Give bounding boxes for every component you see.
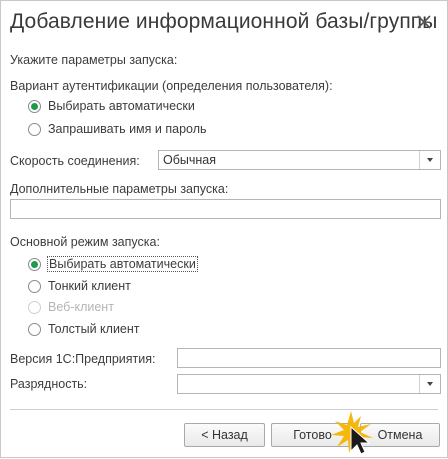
speed-select[interactable]: Обычная (158, 150, 441, 170)
auth-option-password[interactable]: Запрашивать имя и пароль (28, 122, 207, 136)
radio-icon (28, 322, 41, 336)
mode-option-thick[interactable]: Толстый клиент (28, 322, 140, 336)
auth-option-password-label: Запрашивать имя и пароль (48, 122, 207, 136)
dialog-window: Добавление информационной базы/группы Ук… (0, 0, 448, 458)
radio-disabled-icon (28, 300, 41, 314)
mode-option-thick-label: Толстый клиент (48, 322, 140, 336)
mode-option-web: Веб-клиент (28, 300, 114, 314)
auth-heading: Вариант аутентификации (определения поль… (10, 79, 333, 93)
mode-option-auto-label: Выбирать автоматически (47, 256, 198, 272)
mode-option-web-label: Веб-клиент (48, 300, 114, 314)
back-button[interactable]: < Назад (184, 423, 265, 447)
bitness-label: Разрядность: (10, 377, 88, 391)
bitness-select[interactable] (177, 374, 441, 394)
mode-option-auto[interactable]: Выбирать автоматически (28, 256, 198, 272)
close-icon[interactable] (415, 13, 433, 31)
mode-option-thin-label: Тонкий клиент (48, 279, 131, 293)
version-label: Версия 1С:Предприятия: (10, 352, 156, 366)
dialog-title: Добавление информационной базы/группы (10, 10, 438, 33)
version-input[interactable] (177, 348, 441, 368)
auth-option-auto-label: Выбирать автоматически (48, 99, 195, 113)
speed-value: Обычная (163, 153, 217, 167)
speed-label: Скорость соединения: (10, 154, 140, 168)
radio-selected-icon (28, 257, 41, 271)
extra-params-label: Дополнительные параметры запуска: (10, 182, 229, 196)
chevron-down-icon[interactable] (419, 151, 440, 169)
launch-params-heading: Укажите параметры запуска: (10, 53, 178, 67)
radio-icon (28, 279, 41, 293)
radio-selected-icon (28, 99, 41, 113)
mode-option-thin[interactable]: Тонкий клиент (28, 279, 131, 293)
extra-params-input[interactable] (10, 199, 441, 219)
auth-option-auto[interactable]: Выбирать автоматически (28, 99, 195, 113)
mode-heading: Основной режим запуска: (10, 235, 160, 249)
cursor-highlight-icon (331, 411, 373, 455)
chevron-down-icon[interactable] (419, 375, 440, 393)
radio-icon (28, 122, 41, 136)
